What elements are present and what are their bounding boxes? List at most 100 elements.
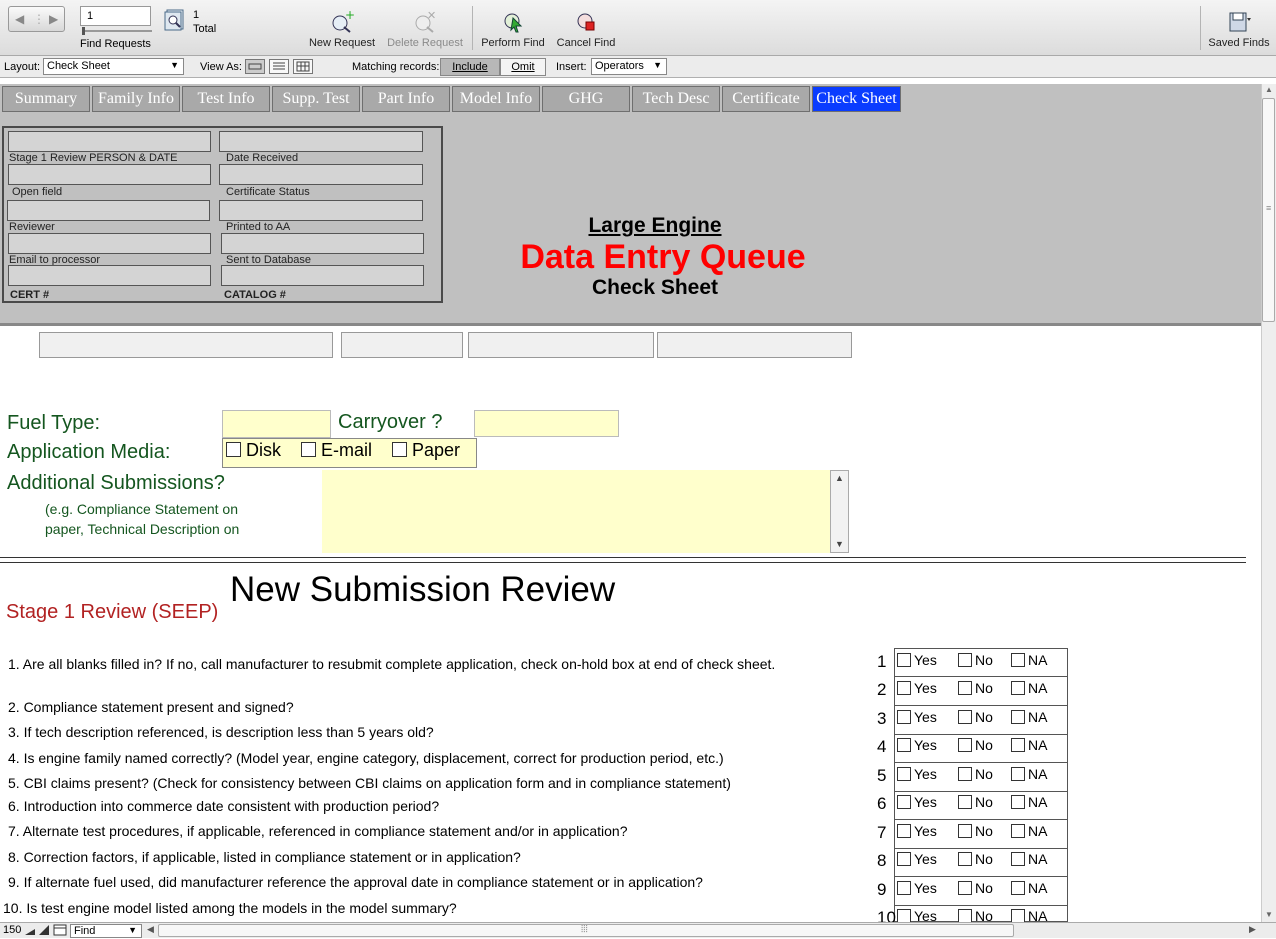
checkbox[interactable] <box>897 852 911 866</box>
include-button[interactable]: Include <box>440 58 500 76</box>
tab-check-sheet[interactable]: Check Sheet <box>812 86 901 112</box>
record-slider-knob[interactable] <box>82 27 85 35</box>
tab-ghg[interactable]: GHG <box>542 86 630 112</box>
checkbox[interactable] <box>897 909 911 923</box>
tab-supp-test[interactable]: Supp. Test <box>272 86 360 112</box>
scroll-down-icon[interactable]: ▼ <box>835 539 844 549</box>
checkbox[interactable] <box>897 653 911 667</box>
layout-select[interactable]: Check Sheet ▼ <box>43 58 184 75</box>
summary-field-3[interactable] <box>468 332 654 358</box>
checkbox[interactable] <box>897 881 911 895</box>
yes-option[interactable]: Yes <box>897 851 937 867</box>
summary-field-4[interactable] <box>657 332 852 358</box>
yes-option[interactable]: Yes <box>897 766 937 782</box>
checkbox[interactable] <box>1011 767 1025 781</box>
record-book-navigator[interactable]: ◀ ⋮ ▶ <box>8 6 65 32</box>
no-option[interactable]: No <box>958 766 993 782</box>
checkbox[interactable] <box>1011 681 1025 695</box>
checkbox[interactable] <box>958 909 972 923</box>
mode-select[interactable]: Find ▼ <box>70 924 142 938</box>
checkbox[interactable] <box>226 442 241 457</box>
checkbox[interactable] <box>1011 710 1025 724</box>
media-option-email[interactable]: E-mail <box>301 440 372 461</box>
insert-operators-select[interactable]: Operators ▼ <box>591 58 667 75</box>
tab-part-info[interactable]: Part Info <box>362 86 450 112</box>
carryover-field[interactable] <box>474 410 619 437</box>
na-option[interactable]: NA <box>1011 794 1047 810</box>
checkbox[interactable] <box>897 710 911 724</box>
tab-test-info[interactable]: Test Info <box>182 86 270 112</box>
no-option[interactable]: No <box>958 880 993 896</box>
zoom-level[interactable]: 150 <box>3 924 21 936</box>
tab-summary[interactable]: Summary <box>2 86 90 112</box>
na-option[interactable]: NA <box>1011 880 1047 896</box>
yes-option[interactable]: Yes <box>897 737 937 753</box>
checkbox[interactable] <box>1011 852 1025 866</box>
no-option[interactable]: No <box>958 823 993 839</box>
checkbox[interactable] <box>958 681 972 695</box>
open-field[interactable] <box>8 164 211 185</box>
checkbox[interactable] <box>897 738 911 752</box>
tab-model-info[interactable]: Model Info <box>452 86 540 112</box>
checkbox[interactable] <box>958 824 972 838</box>
yes-option[interactable]: Yes <box>897 680 937 696</box>
scroll-down-icon[interactable]: ▼ <box>1265 910 1273 919</box>
checkbox[interactable] <box>958 653 972 667</box>
date-received-field[interactable] <box>219 131 423 152</box>
checkbox[interactable] <box>958 710 972 724</box>
stage1-review-field[interactable] <box>8 131 211 152</box>
catalog-number-field[interactable] <box>221 265 424 286</box>
scroll-left-icon[interactable]: ◀ <box>147 924 154 935</box>
checkbox[interactable] <box>1011 909 1025 923</box>
yes-option[interactable]: Yes <box>897 880 937 896</box>
checkbox[interactable] <box>958 881 972 895</box>
delete-request-button[interactable]: ✕ Delete Request <box>384 9 466 49</box>
no-option[interactable]: No <box>958 737 993 753</box>
no-option[interactable]: No <box>958 794 993 810</box>
summary-field-1[interactable] <box>39 332 333 358</box>
no-option[interactable]: No <box>958 652 993 668</box>
na-option[interactable]: NA <box>1011 766 1047 782</box>
checkbox[interactable] <box>958 795 972 809</box>
previous-record-icon[interactable]: ◀ <box>15 12 24 26</box>
checkbox[interactable] <box>1011 824 1025 838</box>
zoom-in-icon[interactable] <box>38 924 50 936</box>
new-request-button[interactable]: + New Request <box>306 8 378 49</box>
checkbox[interactable] <box>897 795 911 809</box>
cert-number-field[interactable] <box>8 265 211 286</box>
scroll-up-icon[interactable]: ▲ <box>835 473 844 483</box>
na-option[interactable]: NA <box>1011 680 1047 696</box>
table-view-button[interactable] <box>293 59 313 74</box>
perform-find-button[interactable]: Perform Find <box>478 10 548 49</box>
checkbox[interactable] <box>958 738 972 752</box>
toggle-status-area-icon[interactable] <box>53 924 67 936</box>
saved-finds-button[interactable]: Saved Finds <box>1206 10 1272 49</box>
reviewer-field[interactable] <box>7 200 210 221</box>
no-option[interactable]: No <box>958 709 993 725</box>
certificate-status-field[interactable] <box>219 164 423 185</box>
printed-to-aa-field[interactable] <box>219 200 423 221</box>
additional-submissions-textarea[interactable] <box>322 470 849 553</box>
zoom-out-icon[interactable] <box>24 924 36 936</box>
na-option[interactable]: NA <box>1011 709 1047 725</box>
omit-button[interactable]: Omit <box>500 58 546 76</box>
checkbox[interactable] <box>897 824 911 838</box>
next-record-icon[interactable]: ▶ <box>49 12 58 26</box>
yes-option[interactable]: Yes <box>897 709 937 725</box>
media-option-disk[interactable]: Disk <box>226 440 281 461</box>
scroll-up-icon[interactable]: ▲ <box>1265 85 1273 94</box>
no-option[interactable]: No <box>958 680 993 696</box>
sent-to-database-field[interactable] <box>221 233 424 254</box>
checkbox[interactable] <box>1011 738 1025 752</box>
yes-option[interactable]: Yes <box>897 823 937 839</box>
checkbox[interactable] <box>392 442 407 457</box>
form-view-button[interactable] <box>245 59 265 74</box>
yes-option[interactable]: Yes <box>897 652 937 668</box>
checkbox[interactable] <box>1011 881 1025 895</box>
media-option-paper[interactable]: Paper <box>392 440 460 461</box>
na-option[interactable]: NA <box>1011 851 1047 867</box>
email-to-processor-field[interactable] <box>8 233 211 254</box>
na-option[interactable]: NA <box>1011 737 1047 753</box>
checkbox[interactable] <box>897 767 911 781</box>
no-option[interactable]: No <box>958 851 993 867</box>
